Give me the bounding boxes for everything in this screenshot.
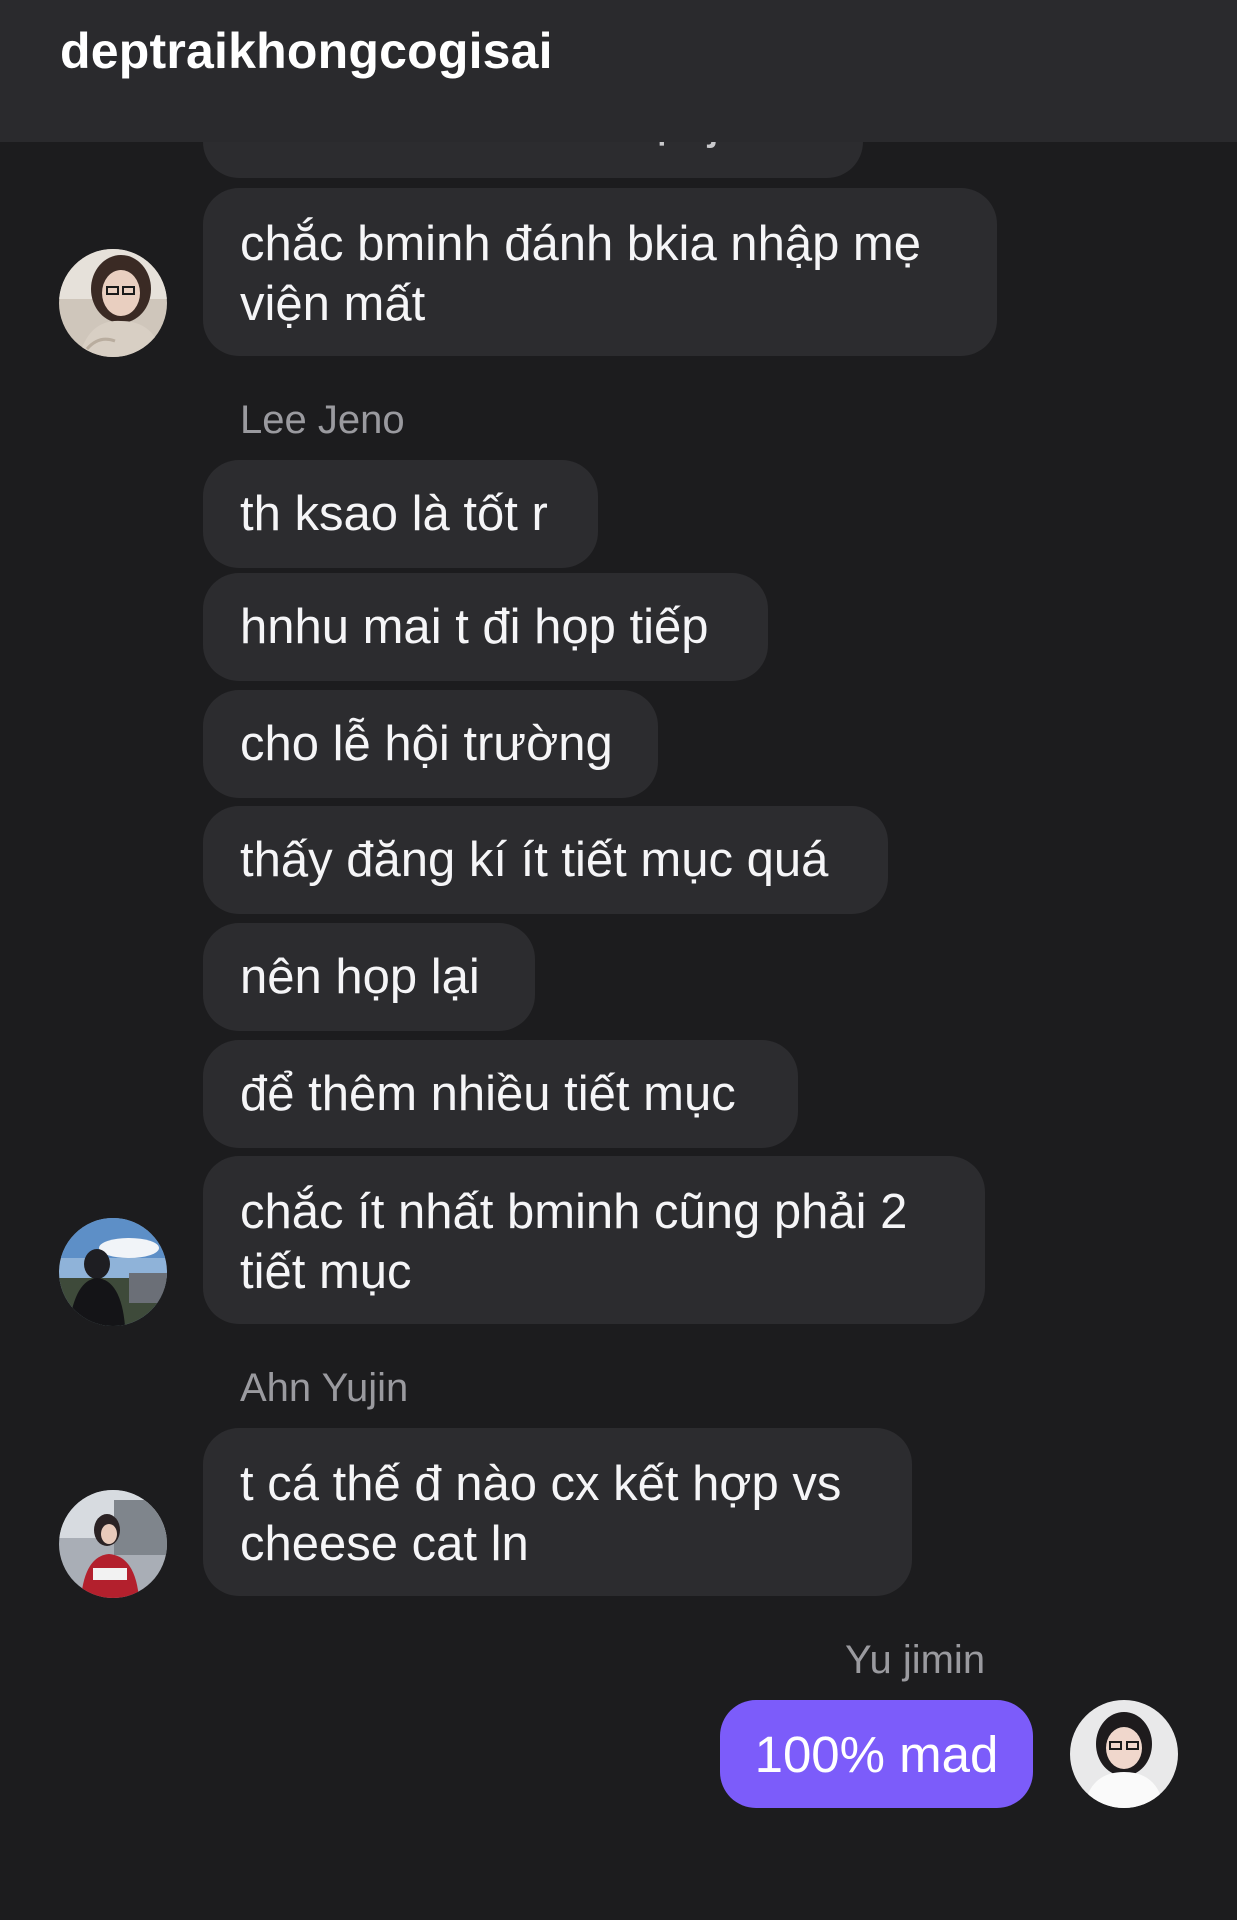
avatar-girl-glasses-icon [59, 249, 167, 357]
sender-name: Lee Jeno [240, 398, 405, 442]
avatar[interactable] [59, 249, 167, 357]
message-text: chắc ít nhất bminh cũng phải 2 tiết mục [240, 1185, 908, 1299]
sender-name-self: Yu jimin [845, 1638, 986, 1682]
message-text: để thêm nhiều tiết mục [240, 1067, 736, 1121]
chat-header: deptraikhongcogisai [0, 0, 1237, 142]
avatar[interactable] [59, 1218, 167, 1326]
sender-name: Ahn Yujin [240, 1366, 409, 1410]
avatar[interactable] [59, 1490, 167, 1598]
chat-title[interactable]: deptraikhongcogisai [60, 22, 553, 80]
message-bubble[interactable]: t cá thế đ nào cx kết hợp vs cheese cat … [203, 1428, 912, 1596]
avatar-self[interactable] [1070, 1700, 1178, 1808]
avatar-person-outdoor-icon [59, 1218, 167, 1326]
message-text: chắc bminh đánh bkia nhập mẹ viện mất [240, 217, 921, 331]
message-bubble[interactable]: hnhu mai t đi họp tiếp [203, 573, 768, 681]
message-bubble[interactable]: cho lễ hội trường [203, 690, 658, 798]
message-bubble[interactable]: để thêm nhiều tiết mục [203, 1040, 798, 1148]
message-text: cho lễ hội trường [240, 717, 613, 771]
message-bubble[interactable]: thấy đăng kí ít tiết mục quá [203, 806, 888, 914]
message-bubble[interactable]: chắc ít nhất bminh cũng phải 2 tiết mục [203, 1156, 985, 1324]
message-bubble-sent[interactable]: 100% mad [720, 1700, 1033, 1808]
avatar-girl-white-icon [1070, 1700, 1178, 1808]
message-text: th ksao là tốt r [240, 487, 548, 541]
message-bubble[interactable]: th ksao là tốt r [203, 460, 598, 568]
message-text: 100% mad [754, 1725, 999, 1783]
message-text: thấy đăng kí ít tiết mục quá [240, 833, 829, 887]
message-text: hnhu mai t đi họp tiếp [240, 600, 709, 654]
chat-thread[interactable]: đưa hoa mà ở có bịn jeno chắc bminh đánh… [0, 0, 1237, 1920]
avatar-girl-red-top-icon [59, 1490, 167, 1598]
message-text: nên họp lại [240, 950, 480, 1004]
message-bubble[interactable]: chắc bminh đánh bkia nhập mẹ viện mất [203, 188, 997, 356]
message-bubble[interactable]: nên họp lại [203, 923, 535, 1031]
message-text: t cá thế đ nào cx kết hợp vs cheese cat … [240, 1457, 842, 1571]
